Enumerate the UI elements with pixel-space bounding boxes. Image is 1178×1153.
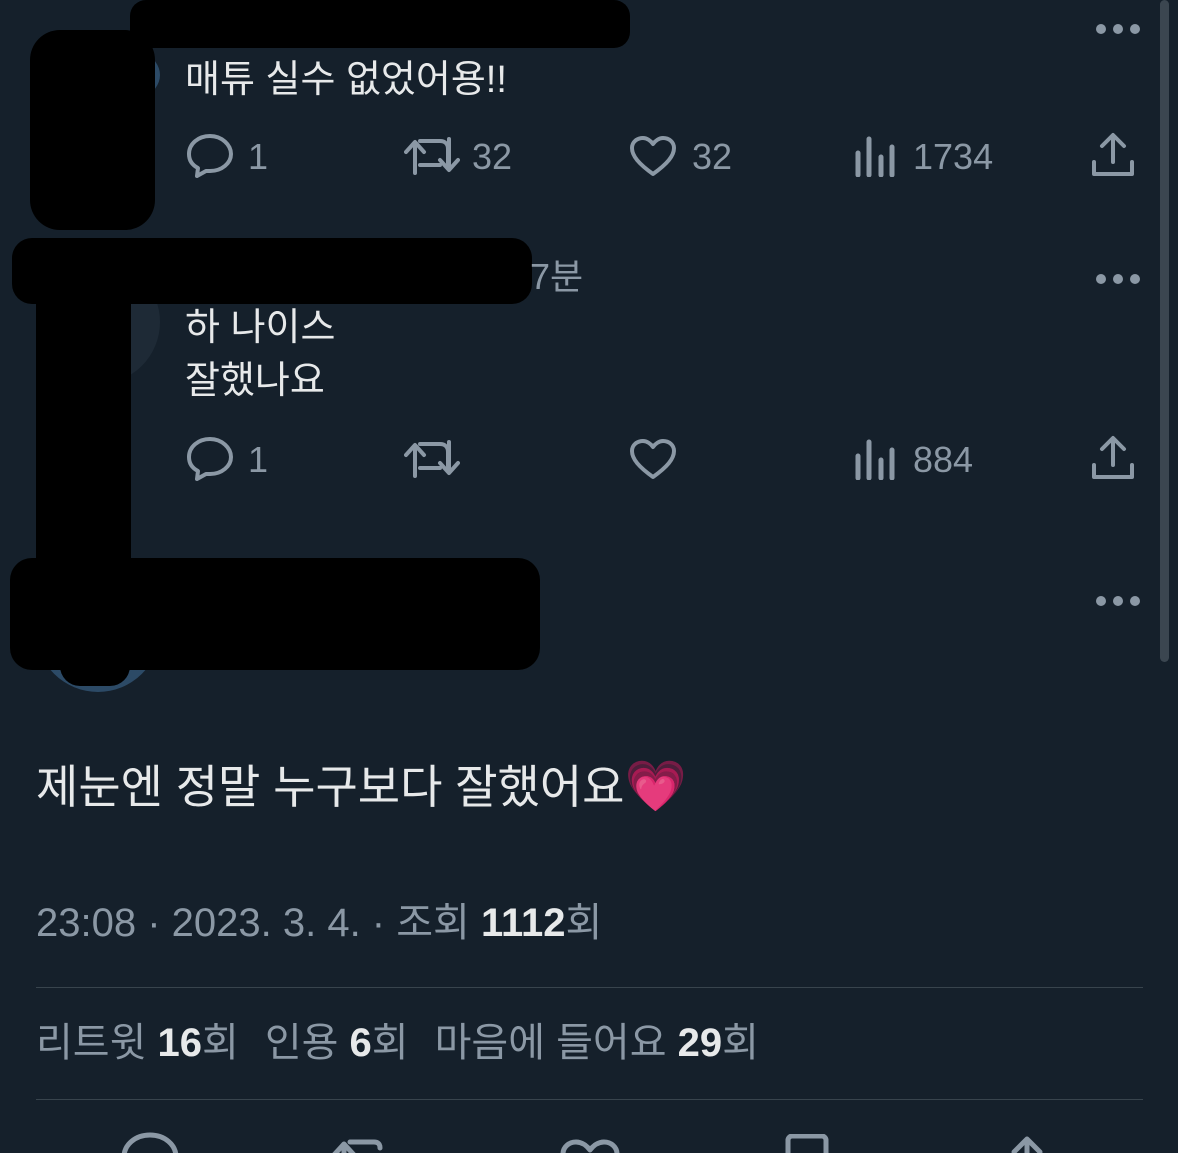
share-icon[interactable]: [1090, 132, 1136, 178]
retweet-icon[interactable]: [404, 438, 460, 480]
divider: [36, 987, 1143, 988]
tweet-text: 매튜 실수 없었어용!!: [185, 59, 507, 101]
redacted-avatar: [60, 640, 130, 686]
like-count: 32: [692, 136, 733, 177]
reply-tweet-1[interactable]: 매튜 실수 없었어용!! 1 32 32 1734: [0, 0, 1178, 230]
retweet-icon[interactable]: [404, 135, 460, 177]
divider: [36, 1099, 1143, 1100]
quotes-stat[interactable]: 인용 6회: [265, 1018, 409, 1068]
main-tweet-text-content: 제눈엔 정말 누구보다 잘했어요: [36, 761, 625, 813]
timestamp: 23:08 · 2023. 3. 4. · 조회: [36, 901, 481, 945]
tweet-timestamp-row: 23:08 · 2023. 3. 4. · 조회 1112회: [36, 898, 602, 948]
reply-tweet-2[interactable]: 7분 하 나이스 잘했나요 1 884: [0, 230, 1178, 590]
views-icon[interactable]: [854, 135, 896, 177]
views-count: 884: [913, 439, 974, 480]
reply-count: 1: [248, 136, 269, 177]
main-tweet-header: [0, 550, 1178, 700]
main-tweet-text: 제눈엔 정말 누구보다 잘했어요💗: [36, 756, 687, 817]
like-icon[interactable]: [560, 1138, 620, 1153]
tweet-text-line2: 잘했나요: [185, 360, 325, 402]
retweet-icon[interactable]: [330, 1136, 394, 1153]
reply-icon[interactable]: [120, 1132, 180, 1153]
like-label: 마음에 들어요: [434, 1021, 678, 1065]
view-suffix: 회: [565, 901, 603, 945]
quote-label: 인용: [264, 1021, 350, 1065]
tweet-text-line1: 하 나이스: [185, 307, 336, 349]
reply-icon[interactable]: [186, 133, 234, 179]
redacted-avatar: [36, 270, 131, 590]
retweet-count: 16: [157, 1021, 203, 1065]
like-icon[interactable]: [629, 438, 677, 480]
quote-count: 6: [349, 1021, 372, 1065]
retweet-suffix: 회: [202, 1021, 239, 1065]
views-icon[interactable]: [854, 438, 896, 480]
retweet-count: 32: [472, 136, 513, 177]
more-options-button[interactable]: [1096, 274, 1140, 284]
like-icon[interactable]: [629, 135, 677, 177]
reply-icon[interactable]: [186, 436, 234, 482]
views-count: 1734: [913, 136, 994, 177]
more-options-button[interactable]: [1096, 596, 1140, 606]
quote-suffix: 회: [371, 1021, 409, 1065]
retweets-stat[interactable]: 리트윗 16회: [36, 1018, 239, 1068]
view-count: 1112: [480, 901, 566, 945]
redacted-avatar: [30, 30, 155, 230]
reply-count: 1: [248, 439, 269, 480]
bookmark-icon[interactable]: [784, 1134, 830, 1153]
like-count: 29: [677, 1021, 723, 1065]
more-options-button[interactable]: [1096, 24, 1140, 34]
likes-stat[interactable]: 마음에 들어요 29회: [435, 1018, 759, 1068]
share-icon[interactable]: [1090, 435, 1136, 481]
share-icon[interactable]: [1004, 1134, 1050, 1153]
engagement-stats: 리트윗 16회 인용 6회 마음에 들어요 29회: [36, 1018, 759, 1068]
retweet-label: 리트윗: [36, 1021, 158, 1065]
main-tweet-actions: [0, 1128, 1178, 1153]
redacted-username: [130, 0, 630, 48]
heart-emoji: 💗: [624, 758, 687, 814]
like-suffix: 회: [722, 1021, 759, 1065]
tweet-time: 7분: [530, 256, 584, 297]
